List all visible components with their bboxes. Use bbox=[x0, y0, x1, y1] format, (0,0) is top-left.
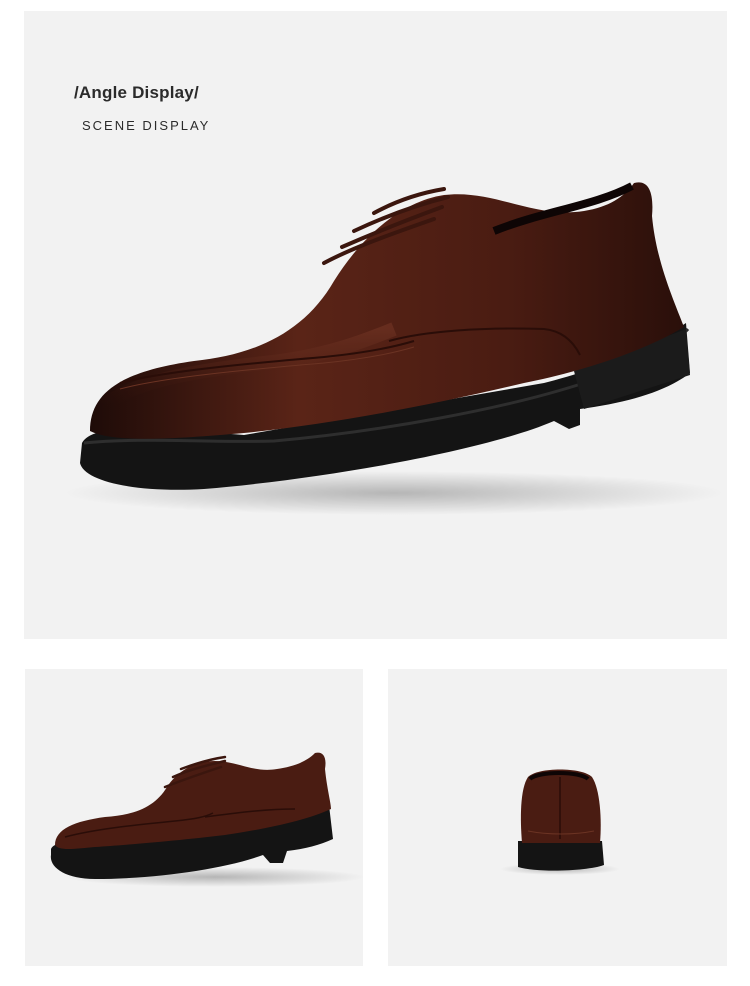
hero-shoe-image bbox=[64, 182, 724, 515]
rear-view-shoe-image bbox=[500, 769, 620, 875]
hero-panel: /Angle Display/ SCENE DISPLAY bbox=[24, 11, 727, 639]
side-view-shoe-image bbox=[50, 752, 363, 887]
thumbnail-rear-view[interactable] bbox=[388, 669, 727, 966]
thumbnail-side-view[interactable] bbox=[25, 669, 363, 966]
